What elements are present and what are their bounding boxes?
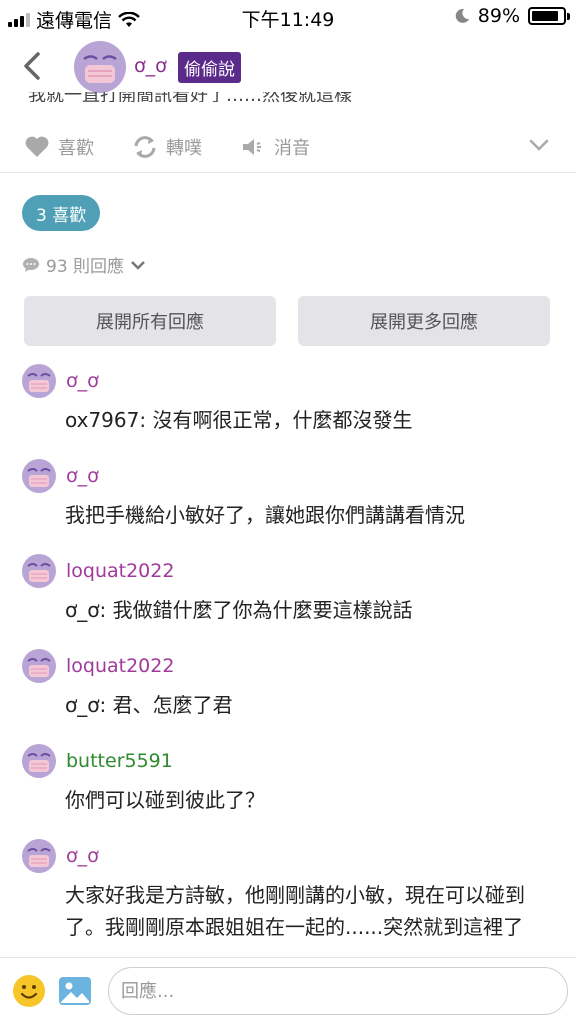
battery-percent: 89% [477,5,520,27]
reply-input[interactable] [108,967,568,1015]
comment-text: ơ_ơ: 我做錯什麼了你為什麼要這樣說話 [65,598,413,622]
heart-icon [25,136,49,157]
status-bar: 遠傳電信 下午11:49 89% [0,0,576,34]
comment-text: 大家好我是方詩敏，他剛剛講的小敏，現在可以碰到了。我剛剛原本跟姐姐在一起的...… [65,883,525,939]
speaker-icon [243,139,261,155]
avatar[interactable] [22,839,56,873]
list-item: butter5591 你們可以碰到彼此了？ [22,744,562,816]
anonymous-badge: 偷偷說 [178,52,241,83]
comment-username[interactable]: ơ_ơ [66,370,99,392]
back-arrow-icon[interactable] [18,48,48,84]
mute-button[interactable]: 消音 [240,134,310,160]
battery-icon [528,7,570,25]
like-button[interactable]: 喜歡 [24,134,94,160]
comment-username[interactable]: loquat2022 [66,655,174,677]
list-item: loquat2022 ơ_ơ: 我做錯什麼了你為什麼要這樣說話 [22,554,562,626]
likes-count-badge[interactable]: 3 喜歡 [22,195,101,231]
expand-more-replies-button[interactable]: 展開更多回應 [298,296,550,346]
list-item: ơ_ơ 大家好我是方詩敏，他剛剛講的小敏，現在可以碰到了。我剛剛原本跟姐姐在一起… [22,839,562,943]
replies-count-toggle[interactable]: 93 則回應 [22,252,146,277]
comment-username[interactable]: ơ_ơ [66,465,99,487]
expand-all-replies-button[interactable]: 展開所有回應 [24,296,276,346]
avatar[interactable] [22,649,56,683]
repost-label: 轉噗 [166,138,202,159]
status-right: 89% [454,5,570,27]
author-avatar[interactable] [74,41,126,93]
emoji-icon[interactable] [12,974,46,1008]
like-label: 喜歡 [58,138,94,159]
post-header: ơ_ơ 偷偷說 [0,38,576,98]
reply-bar [0,957,576,1024]
chevron-down-icon[interactable] [528,134,550,156]
image-icon[interactable] [58,974,92,1008]
mute-label: 消音 [274,138,310,159]
replies-count-label: 93 則回應 [46,257,125,277]
avatar[interactable] [22,744,56,778]
list-item: ơ_ơ ox7967: 沒有啊很正常，什麼都沒發生 [22,364,562,436]
comment-text: ox7967: 沒有啊很正常，什麼都沒發生 [65,408,413,432]
comment-username[interactable]: loquat2022 [66,560,174,582]
avatar[interactable] [22,554,56,588]
moon-icon [455,8,469,23]
avatar[interactable] [22,364,56,398]
divider [0,172,576,173]
comment-username[interactable]: ơ_ơ [66,845,99,867]
post-action-bar: 喜歡 轉噗 消音 [0,122,576,170]
speech-bubble-icon [23,257,39,272]
chevron-down-icon [131,260,145,270]
list-item: loquat2022 ơ_ơ: 君、怎麼了君 [22,649,562,721]
list-item: ơ_ơ 我把手機給小敏好了，讓她跟你們講講看情況 [22,459,562,531]
author-name[interactable]: ơ_ơ [134,55,167,77]
repost-icon [134,136,156,158]
comment-text: 我把手機給小敏好了，讓她跟你們講講看情況 [65,503,465,527]
post-text-cutoff: 我就一直打開簡訊看好了……然後就這樣 [28,92,428,102]
repost-button[interactable]: 轉噗 [132,134,202,160]
comment-text: ơ_ơ: 君、怎麼了君 [65,693,233,717]
avatar[interactable] [22,459,56,493]
comment-username[interactable]: butter5591 [66,750,173,772]
comment-text: 你們可以碰到彼此了？ [65,788,265,812]
